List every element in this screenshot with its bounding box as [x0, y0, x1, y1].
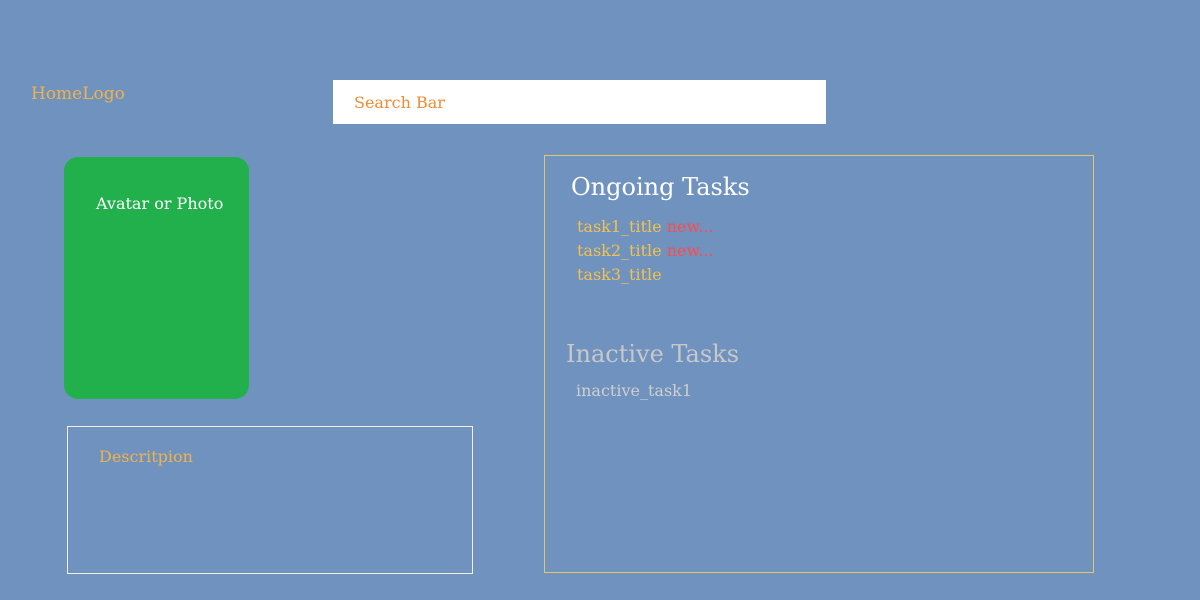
new-badge: new...	[666, 217, 714, 236]
task-item[interactable]: task3_title	[577, 263, 714, 287]
inactive-task-item[interactable]: inactive_task1	[576, 379, 692, 403]
description-box: Descritpion	[67, 426, 473, 574]
inactive-tasks-heading: Inactive Tasks	[566, 340, 740, 368]
task-item[interactable]: task2_title new...	[577, 239, 714, 263]
home-logo-link[interactable]: HomeLogo	[31, 84, 125, 104]
task-title: task2_title	[577, 241, 662, 260]
task-title: task1_title	[577, 217, 662, 236]
avatar-label: Avatar or Photo	[96, 194, 224, 213]
search-input[interactable]	[333, 80, 826, 124]
tasks-panel: Ongoing Tasks task1_title new... task2_t…	[544, 155, 1094, 573]
description-label: Descritpion	[99, 447, 193, 466]
avatar: Avatar or Photo	[64, 157, 249, 399]
ongoing-tasks-heading: Ongoing Tasks	[571, 173, 750, 201]
ongoing-task-list: task1_title new... task2_title new... ta…	[577, 215, 714, 287]
inactive-task-list: inactive_task1	[576, 379, 692, 403]
new-badge: new...	[666, 241, 714, 260]
task-title: task3_title	[577, 265, 662, 284]
task-item[interactable]: task1_title new...	[577, 215, 714, 239]
